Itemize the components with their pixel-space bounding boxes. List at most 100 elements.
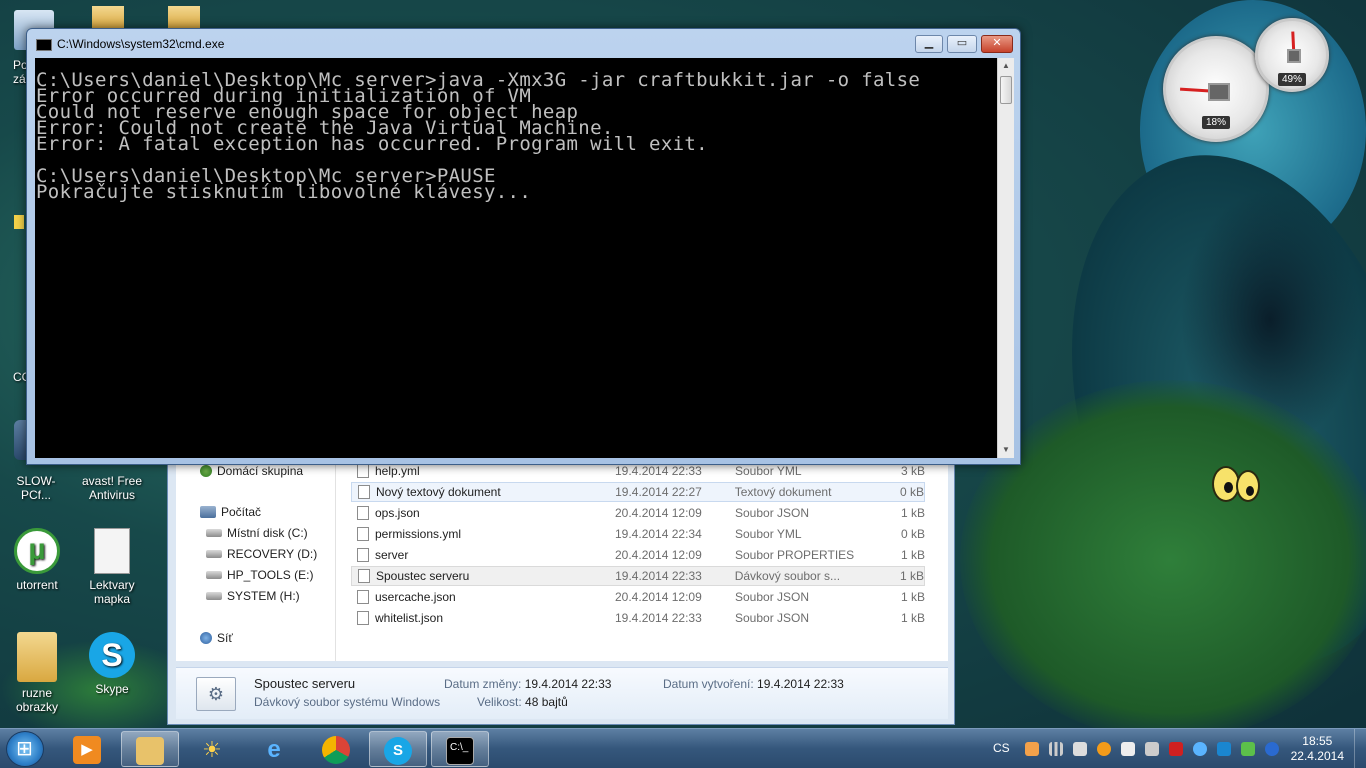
scroll-down-icon[interactable]: ▼ [998, 442, 1014, 458]
desktop-partial-label-2: zá [13, 72, 26, 86]
taskbar-media-player[interactable]: ▶ [58, 731, 116, 767]
close-button[interactable]: ✕ [981, 35, 1013, 53]
taskbar-cmd[interactable]: C:\_ [431, 731, 489, 767]
details-size-value: 48 bajtů [525, 695, 568, 709]
file-size: 1 kB [900, 506, 925, 520]
show-desktop-button[interactable] [1354, 729, 1366, 768]
nav-item-drive-h[interactable]: SYSTEM (H:) [206, 589, 300, 603]
cpu-percent: 18% [1202, 116, 1231, 129]
utorrent-icon: µ [14, 528, 60, 574]
file-type: Soubor YML [735, 527, 802, 541]
details-created-label: Datum vytvoření: [663, 677, 754, 691]
file-name: Nový textový dokument [375, 485, 501, 499]
file-name: usercache.json [375, 590, 456, 604]
tray-sun-icon[interactable] [1025, 742, 1039, 756]
cmd-icon: C:\_ [446, 736, 474, 765]
desktop-icon-partial-3[interactable] [168, 6, 200, 28]
file-name: server [375, 548, 409, 562]
nav-item-drive-d[interactable]: RECOVERY (D:) [206, 547, 317, 561]
file-date: 19.4.2014 22:27 [615, 485, 702, 499]
file-icon [357, 611, 369, 625]
network-icon[interactable] [1193, 742, 1207, 756]
explorer-window[interactable]: Domácí skupina Počítač Místní disk (C:) … [167, 455, 955, 725]
start-button[interactable] [6, 731, 44, 767]
language-indicator[interactable]: CS [993, 741, 1010, 755]
bluetooth-icon[interactable] [1265, 742, 1279, 756]
console-text: C:\Users\daniel\Desktop\Mc server>java -… [35, 58, 997, 203]
desktop-icon-label: Skype [95, 682, 129, 696]
file-type: Soubor JSON [735, 506, 810, 520]
file-row[interactable]: Spoustec serveru 19.4.2014 22:33 Dávkový… [351, 566, 925, 586]
taskbar-skype[interactable]: S [369, 731, 427, 767]
file-icon [357, 527, 369, 541]
file-icon [357, 464, 369, 478]
details-created-value: 19.4.2014 22:33 [757, 677, 844, 691]
document-icon [94, 528, 130, 574]
file-type: Dávkový soubor s... [734, 569, 841, 583]
taskbar-internet-explorer[interactable]: e [245, 731, 303, 767]
desktop-icon-label: avast! Free Antivirus [81, 474, 143, 502]
desktop-icon-avast[interactable]: avast! Free Antivirus [78, 474, 146, 502]
file-row[interactable]: Nový textový dokument 19.4.2014 22:27 Te… [351, 482, 925, 502]
sun-icon: ☀ [202, 736, 222, 762]
desktop-icon-utorrent[interactable]: µ utorrent [3, 528, 71, 592]
desktop-icon-lektvary-mapka[interactable]: Lektvary mapka [78, 528, 146, 606]
console-line: Pokračujte stisknutím libovolné klávesy.… [36, 181, 532, 203]
desktop-icon-ruzne-obrazky[interactable]: ruzne obrazky [3, 632, 71, 714]
nav-item-homegroup[interactable]: Domácí skupina [200, 464, 303, 478]
file-row[interactable]: whitelist.json 19.4.2014 22:33 Soubor JS… [351, 608, 925, 628]
console-output[interactable]: C:\Users\daniel\Desktop\Mc server>java -… [35, 58, 997, 458]
details-modified: Datum změny: 19.4.2014 22:33 [444, 677, 611, 691]
clock[interactable]: 18:55 22.4.2014 [1291, 734, 1344, 764]
signal-icon[interactable] [1049, 742, 1063, 756]
details-size-label: Velikost: [477, 695, 522, 709]
desktop-icon-slow-pc[interactable]: SLOW-PCf... [2, 474, 70, 502]
nav-item-drive-e[interactable]: HP_TOOLS (E:) [206, 568, 313, 582]
file-row[interactable]: usercache.json 20.4.2014 12:09 Soubor JS… [351, 587, 925, 607]
nav-item-drive-c[interactable]: Místní disk (C:) [206, 526, 308, 540]
nav-item-label: Síť [217, 631, 233, 645]
desktop-icon-partial-4[interactable] [14, 215, 24, 229]
device-icon[interactable] [1073, 742, 1087, 756]
action-center-flag-icon[interactable] [1121, 742, 1135, 756]
nav-item-computer[interactable]: Počítač [200, 505, 261, 519]
file-row[interactable]: permissions.yml 19.4.2014 22:34 Soubor Y… [351, 524, 925, 544]
desktop-icon-partial-5[interactable] [14, 420, 26, 460]
details-modified-value: 19.4.2014 22:33 [524, 677, 612, 691]
file-date: 19.4.2014 22:33 [615, 611, 702, 625]
minimize-button[interactable]: ▁ [915, 35, 943, 53]
desktop-icon-skype[interactable]: S Skype [78, 632, 146, 696]
explorer-content: Domácí skupina Počítač Místní disk (C:) … [176, 456, 948, 661]
details-pane: ⚙ Spoustec serveru Dávkový soubor systém… [176, 667, 948, 719]
clock-time: 18:55 [1302, 734, 1333, 748]
taskbar-weather[interactable]: ☀ [183, 731, 241, 767]
cpu-gauge[interactable]: 18% [1163, 36, 1269, 142]
scroll-up-icon[interactable]: ▲ [998, 58, 1014, 74]
cpu-icon [1208, 83, 1230, 101]
nav-item-network[interactable]: Síť [200, 631, 233, 645]
file-size: 3 kB [900, 464, 925, 478]
taskbar-explorer[interactable] [121, 731, 179, 767]
desktop-icon-partial-2[interactable] [92, 6, 124, 28]
console-scrollbar[interactable]: ▲ ▼ [997, 58, 1014, 458]
file-size: 1 kB [900, 569, 925, 583]
scroll-thumb[interactable] [1000, 76, 1012, 104]
file-row[interactable]: server 20.4.2014 12:09 Soubor PROPERTIES… [351, 545, 925, 565]
cmd-window[interactable]: C:\Windows\system32\cmd.exe ▁ ▭ ✕ C:\Use… [26, 28, 1021, 465]
hp-icon[interactable] [1217, 742, 1231, 756]
memory-gauge[interactable]: 49% [1255, 18, 1329, 92]
avast-icon[interactable] [1097, 742, 1111, 756]
maximize-button[interactable]: ▭ [947, 35, 977, 53]
skype-icon: S [384, 736, 412, 765]
taskbar-chrome[interactable] [307, 731, 365, 767]
checkmark-icon[interactable] [1241, 742, 1255, 756]
nav-item-label: SYSTEM (H:) [227, 589, 300, 603]
file-date: 19.4.2014 22:34 [615, 527, 702, 541]
volume-icon[interactable] [1145, 742, 1159, 756]
nav-item-label: Domácí skupina [217, 464, 304, 478]
desktop-icon-label: Lektvary mapka [89, 578, 135, 606]
file-type: Soubor JSON [735, 611, 810, 625]
antivirus-icon[interactable] [1169, 742, 1183, 756]
nav-item-label: Počítač [221, 505, 262, 519]
file-row[interactable]: ops.json 20.4.2014 12:09 Soubor JSON 1 k… [351, 503, 925, 523]
